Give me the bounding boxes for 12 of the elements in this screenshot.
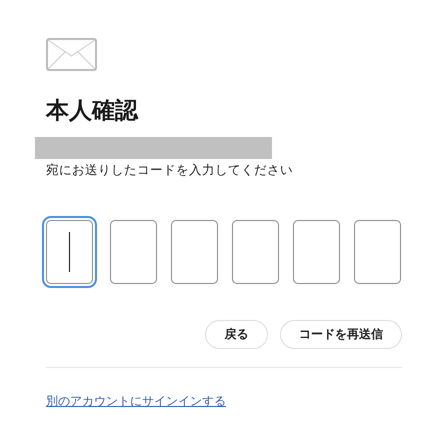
switch-account-link[interactable]: 別のアカウントにサインインする — [46, 393, 226, 410]
text-caret — [68, 232, 70, 272]
resend-code-button[interactable]: コードを再送信 — [280, 320, 402, 349]
code-digit-field[interactable] — [232, 220, 279, 284]
code-digit-field[interactable] — [354, 220, 401, 284]
page-title: 本人確認 — [46, 97, 140, 125]
instruction-text: 宛にお送りしたコードを入力してください — [46, 162, 294, 178]
code-digit-field[interactable] — [293, 220, 340, 284]
code-digit-field[interactable] — [171, 220, 218, 284]
code-digit-field[interactable] — [110, 220, 157, 284]
envelope-icon — [46, 38, 97, 71]
back-button[interactable]: 戻る — [205, 320, 268, 349]
